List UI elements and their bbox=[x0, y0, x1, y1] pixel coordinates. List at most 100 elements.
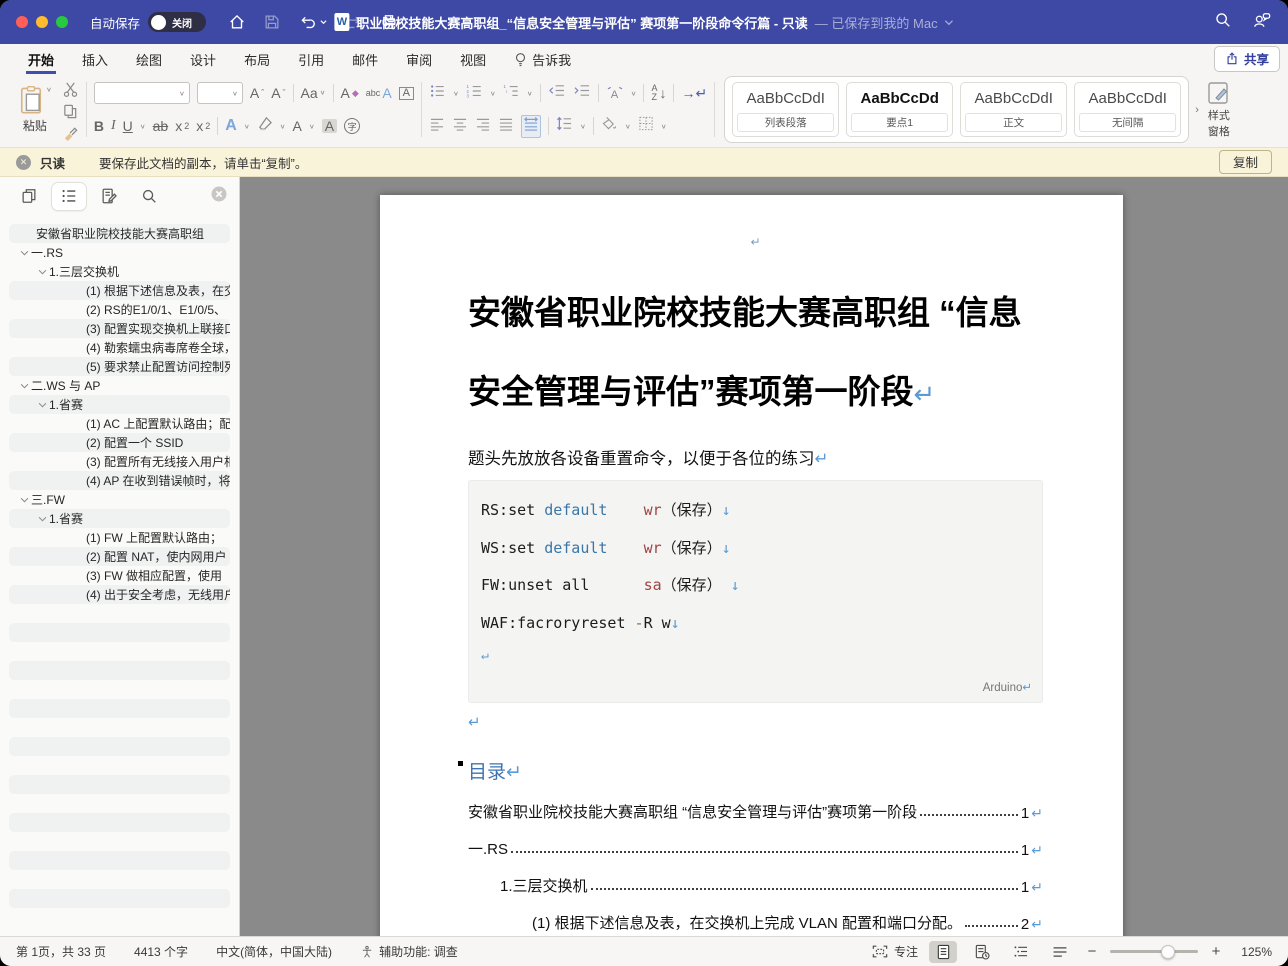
bullets-button[interactable] bbox=[429, 83, 446, 104]
character-shading-button[interactable]: A bbox=[322, 119, 337, 133]
style-gallery-more-chevron[interactable]: › bbox=[1195, 104, 1199, 116]
character-border-button[interactable]: A bbox=[399, 87, 414, 100]
zoom-slider[interactable] bbox=[1110, 950, 1198, 953]
align-center-button[interactable] bbox=[452, 117, 468, 136]
saved-status-text[interactable]: — 已保存到我的 Mac bbox=[815, 13, 938, 32]
outline-item[interactable]: 二.WS 与 AP bbox=[9, 376, 230, 395]
font-size-combobox[interactable]: ∨ bbox=[197, 82, 243, 104]
fullscreen-window-button[interactable] bbox=[56, 16, 68, 28]
toc-entry[interactable]: 1.三层交换机1↵ bbox=[468, 865, 1043, 902]
font-name-combobox[interactable]: ∨ bbox=[94, 82, 190, 104]
copy-icon[interactable] bbox=[62, 103, 79, 125]
borders-chevron[interactable]: ∨ bbox=[661, 122, 667, 129]
align-right-button[interactable] bbox=[475, 117, 491, 136]
multilevel-chevron[interactable]: ∨ bbox=[527, 89, 533, 96]
outline-item[interactable]: (3) 配置实现交换机上联接口 bbox=[9, 319, 230, 338]
grow-font-button[interactable]: Aˆ bbox=[250, 86, 264, 100]
outline-expand-chevron-icon[interactable] bbox=[35, 402, 49, 408]
tab-审阅[interactable]: 审阅 bbox=[404, 44, 434, 74]
title-chevron-icon[interactable] bbox=[945, 19, 954, 26]
font-color-chevron[interactable]: ∨ bbox=[309, 122, 315, 129]
tab-插入[interactable]: 插入 bbox=[80, 44, 110, 74]
toc-entry[interactable]: 一.RS1↵ bbox=[468, 828, 1043, 865]
tab-告诉我[interactable]: 告诉我 bbox=[512, 44, 573, 74]
numbering-chevron[interactable]: ∨ bbox=[490, 89, 496, 96]
shrink-font-button[interactable]: Aˇ bbox=[271, 86, 285, 100]
outline-expand-chevron-icon[interactable] bbox=[35, 269, 49, 275]
style-正文[interactable]: AaBbCcDdI正文 bbox=[960, 82, 1067, 137]
format-painter-icon[interactable] bbox=[62, 125, 79, 147]
outline-item[interactable]: 1.三层交换机 bbox=[9, 262, 230, 281]
accessibility-status[interactable]: 辅助功能: 调查 bbox=[360, 943, 458, 960]
italic-button[interactable]: I bbox=[111, 119, 116, 133]
outline-item[interactable]: (4) 勒索蠕虫病毒席卷全球， bbox=[9, 338, 230, 357]
outline-item[interactable]: 安徽省职业院校技能大赛高职组 bbox=[9, 224, 230, 243]
zoom-percentage[interactable]: 125% bbox=[1234, 945, 1272, 959]
style-要点1[interactable]: AaBbCcDd要点1 bbox=[846, 82, 953, 137]
toc-entry[interactable]: 安徽省职业院校技能大赛高职组 “信息安全管理与评估”赛项第一阶段1↵ bbox=[468, 791, 1043, 828]
multilevel-list-button[interactable]: 1i bbox=[503, 83, 520, 104]
outline-item[interactable]: (1) AC 上配置默认路由；配 bbox=[9, 414, 230, 433]
language-status[interactable]: 中文(简体，中国大陆) bbox=[216, 943, 332, 960]
phonetic-guide-button[interactable]: abcA bbox=[366, 86, 392, 100]
presence-comments-icon[interactable] bbox=[1252, 11, 1272, 34]
underline-dropdown-chevron[interactable]: ∨ bbox=[140, 122, 146, 129]
clear-formatting-button[interactable]: A◆ bbox=[341, 86, 359, 100]
draft-view-button[interactable] bbox=[1046, 941, 1074, 963]
asian-layout-button[interactable]: A bbox=[606, 86, 624, 101]
tab-绘图[interactable]: 绘图 bbox=[134, 44, 164, 74]
minimize-window-button[interactable] bbox=[36, 16, 48, 28]
autosave-toggle[interactable]: 关闭 bbox=[148, 12, 206, 32]
zoom-out-button[interactable]: − bbox=[1085, 943, 1099, 960]
cut-icon[interactable] bbox=[62, 81, 79, 103]
subscript-button[interactable]: x2 bbox=[175, 119, 189, 133]
tab-布局[interactable]: 布局 bbox=[242, 44, 272, 74]
strikethrough-button[interactable]: ab bbox=[153, 119, 169, 133]
highlight-button[interactable] bbox=[257, 116, 273, 136]
outline-expand-chevron-icon[interactable] bbox=[17, 383, 31, 389]
tab-引用[interactable]: 引用 bbox=[296, 44, 326, 74]
share-button[interactable]: 共享 bbox=[1214, 46, 1280, 72]
outline-item[interactable]: (2) RS的E1/0/1、E1/0/5、 bbox=[9, 300, 230, 319]
shading-chevron[interactable]: ∨ bbox=[625, 122, 631, 129]
outline-expand-chevron-icon[interactable] bbox=[35, 516, 49, 522]
word-count-status[interactable]: 4413 个字 bbox=[134, 943, 188, 960]
highlight-chevron[interactable]: ∨ bbox=[280, 122, 286, 129]
style-列表段落[interactable]: AaBbCcDdI列表段落 bbox=[732, 82, 839, 137]
outline-view-button[interactable] bbox=[1007, 941, 1035, 963]
outline-item[interactable]: (1) 根据下述信息及表，在交 bbox=[9, 281, 230, 300]
increase-indent-button[interactable] bbox=[573, 83, 591, 103]
tab-邮件[interactable]: 邮件 bbox=[350, 44, 380, 74]
line-spacing-button[interactable] bbox=[556, 116, 573, 136]
sidebar-search-tab[interactable] bbox=[132, 183, 166, 210]
decrease-indent-button[interactable] bbox=[548, 83, 566, 103]
text-effects-chevron[interactable]: ∨ bbox=[244, 122, 250, 129]
outline-item[interactable]: (5) 要求禁止配置访问控制列 bbox=[9, 357, 230, 376]
outline-item[interactable]: (2) 配置 NAT，使内网用户 bbox=[9, 547, 230, 566]
search-icon[interactable] bbox=[1214, 11, 1232, 34]
tab-视图[interactable]: 视图 bbox=[458, 44, 488, 74]
outline-expand-chevron-icon[interactable] bbox=[17, 497, 31, 503]
outline-tab[interactable] bbox=[52, 183, 86, 210]
underline-button[interactable]: U bbox=[123, 119, 133, 133]
bullets-chevron[interactable]: ∨ bbox=[453, 89, 459, 96]
outline-item[interactable]: (4) 出于安全考虑，无线用户 bbox=[9, 585, 230, 604]
page-count-status[interactable]: 第 1页，共 33 页 bbox=[16, 943, 106, 960]
distributed-button[interactable] bbox=[521, 115, 541, 138]
thumbnails-tab[interactable] bbox=[12, 183, 46, 210]
enclose-characters-button[interactable]: 字 bbox=[344, 118, 360, 134]
duplicate-button[interactable]: 复制 bbox=[1219, 150, 1272, 174]
save-icon[interactable] bbox=[263, 13, 281, 31]
bold-button[interactable]: B bbox=[94, 119, 104, 133]
tab-开始[interactable]: 开始 bbox=[26, 44, 56, 74]
close-window-button[interactable] bbox=[16, 16, 28, 28]
style-无间隔[interactable]: AaBbCcDdI无间隔 bbox=[1074, 82, 1181, 137]
sidebar-close-icon[interactable] bbox=[211, 186, 227, 207]
numbering-button[interactable]: 123 bbox=[466, 83, 483, 104]
line-spacing-chevron[interactable]: ∨ bbox=[580, 122, 586, 129]
font-color-button[interactable]: A bbox=[293, 119, 302, 133]
change-case-button[interactable]: Aa ∨ bbox=[301, 86, 326, 100]
outline-item[interactable]: 一.RS bbox=[9, 243, 230, 262]
outline-expand-chevron-icon[interactable] bbox=[17, 250, 31, 256]
paste-button[interactable]: ∨ 粘贴 bbox=[14, 79, 56, 140]
